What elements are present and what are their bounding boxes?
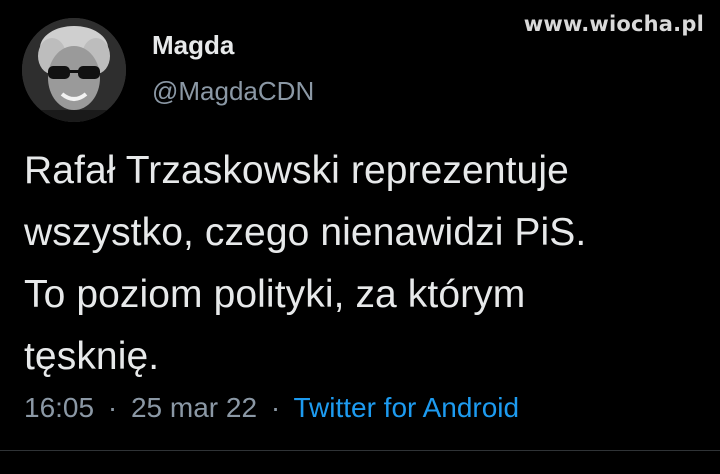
divider (0, 450, 720, 451)
avatar[interactable] (22, 18, 126, 122)
tweet-text: Rafał Trzaskowski reprezentuje wszystko,… (24, 140, 704, 388)
profile-photo-icon (22, 18, 126, 122)
author-handle[interactable]: @MagdaCDN (152, 76, 314, 107)
meta-separator: · (107, 392, 118, 423)
watermark: www.wiocha.pl (523, 12, 704, 36)
author-name[interactable]: Magda (152, 30, 234, 61)
tweet-date[interactable]: 25 mar 22 (131, 392, 257, 423)
tweet-text-line: tęsknię. (24, 335, 160, 378)
meta-separator: · (270, 392, 281, 423)
tweet-text-line: Rafał Trzaskowski reprezentuje (24, 149, 569, 192)
tweet-source-link[interactable]: Twitter for Android (293, 392, 519, 423)
tweet-meta: 16:05 · 25 mar 22 · Twitter for Android (24, 392, 519, 424)
tweet-card: www.wiocha.pl Magda @MagdaCDN Rafał Trza… (0, 0, 720, 474)
tweet-time[interactable]: 16:05 (24, 392, 94, 423)
tweet-text-line: To poziom polityki, za którym (24, 273, 526, 316)
tweet-text-line: wszystko, czego nienawidzi PiS. (24, 211, 587, 254)
